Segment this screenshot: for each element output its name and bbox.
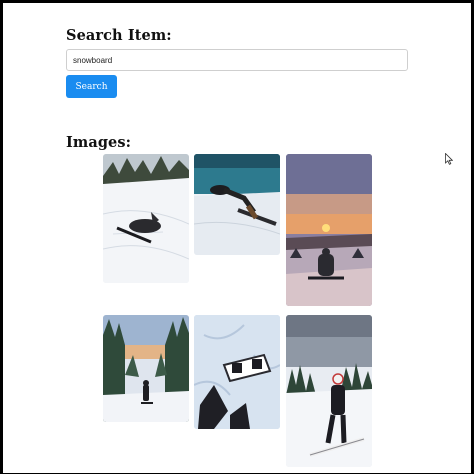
search-input[interactable] [66,49,408,71]
snowboard-image-5 [194,315,280,429]
snowboard-image-4 [103,315,189,422]
mouse-cursor-icon [445,153,453,165]
snowboard-image-2 [194,154,280,255]
snowboard-image-3 [286,154,372,306]
search-button[interactable]: Search [66,75,117,98]
search-heading: Search Item: [66,27,172,44]
snowboard-image-1 [103,154,189,283]
images-heading: Images: [66,134,132,151]
page: Search Item: Search Images: [3,3,471,473]
snowboard-image-6 [286,315,372,467]
